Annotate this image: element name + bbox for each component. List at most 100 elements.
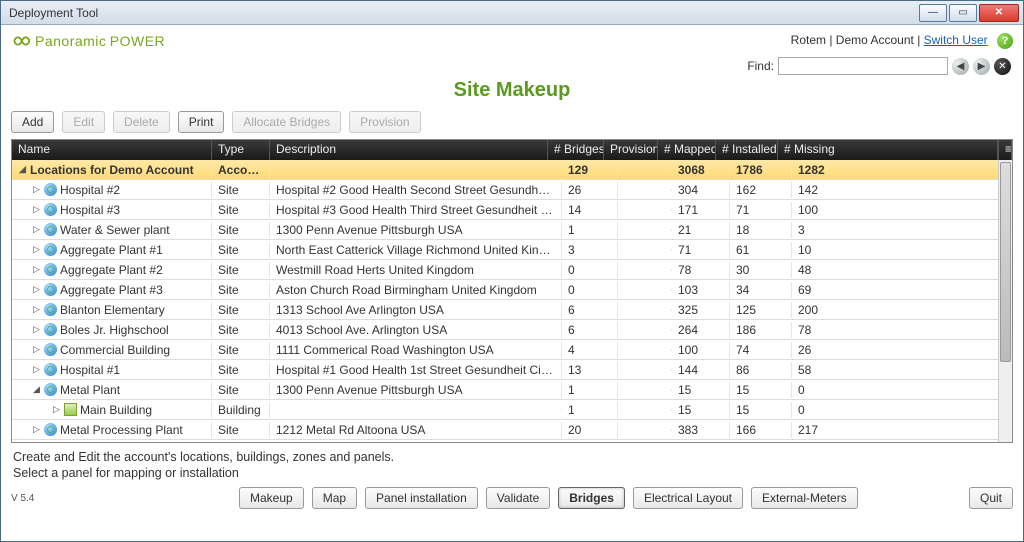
close-button[interactable]: ✕ [979, 4, 1019, 22]
col-name[interactable]: Name [12, 140, 212, 160]
col-missing[interactable]: # Missing [778, 140, 998, 160]
electrical-layout-button[interactable]: Electrical Layout [633, 487, 743, 509]
help-icon[interactable]: ? [997, 33, 1013, 49]
row-name: Metal Processing Plant [60, 423, 183, 437]
cell-desc: 1300 Penn Avenue Pittsburgh USA [270, 382, 562, 398]
maximize-button[interactable]: ▭ [949, 4, 977, 22]
switch-user-link[interactable]: Switch User [924, 33, 988, 47]
expand-icon[interactable]: ▷ [32, 345, 41, 354]
expand-icon[interactable]: ◢ [32, 385, 41, 394]
expand-icon[interactable]: ▷ [32, 265, 41, 274]
cell-missing: 200 [792, 302, 1012, 318]
print-button[interactable]: Print [178, 111, 225, 133]
cell-bridges: 6 [562, 322, 618, 338]
building-icon [64, 403, 77, 416]
account-row[interactable]: ◢Locations for Demo Account Account 129 … [12, 160, 1012, 180]
find-clear-button[interactable]: ✕ [994, 58, 1011, 75]
cell-missing: 100 [792, 202, 1012, 218]
expand-icon[interactable]: ▷ [32, 225, 41, 234]
table-row[interactable]: ▷Hospital #2Site Hospital #2 Good Health… [12, 180, 1012, 200]
cell-missing: 142 [792, 182, 1012, 198]
table-row[interactable]: ▷Boles Jr. HighschoolSite4013 School Ave… [12, 320, 1012, 340]
table-row[interactable]: ▷Aggregate Plant #3SiteAston Church Road… [12, 280, 1012, 300]
user-account: Demo Account [836, 33, 914, 47]
table-row[interactable]: ▷Hospital #1Site Hospital #1 Good Health… [12, 360, 1012, 380]
cell-installed: 86 [730, 362, 792, 378]
bridges-button[interactable]: Bridges [558, 487, 625, 509]
table-row[interactable]: ▷Blanton ElementarySite1313 School Ave A… [12, 300, 1012, 320]
expand-icon[interactable]: ▷ [32, 285, 41, 294]
col-mapped[interactable]: # Mapped [658, 140, 716, 160]
map-button[interactable]: Map [312, 487, 357, 509]
expand-icon[interactable]: ▷ [32, 325, 41, 334]
quit-button[interactable]: Quit [969, 487, 1013, 509]
cell-bridges: 1 [562, 402, 618, 418]
table-row[interactable]: ▷Metal Processing PlantSite1212 Metal Rd… [12, 420, 1012, 440]
expand-icon[interactable]: ▷ [32, 305, 41, 314]
table-row[interactable]: ▷Water & Sewer plantSite1300 Penn Avenue… [12, 220, 1012, 240]
find-next-button[interactable]: ▶ [973, 58, 990, 75]
cell-desc: 1212 Metal Rd Altoona USA [270, 422, 562, 438]
globe-icon [44, 363, 57, 376]
col-installed[interactable]: # Installed [716, 140, 778, 160]
delete-button[interactable]: Delete [113, 111, 170, 133]
row-name: Hospital #1 [60, 363, 120, 377]
makeup-button[interactable]: Makeup [239, 487, 304, 509]
table-row[interactable]: ▷Hospital #3Site Hospital #3 Good Health… [12, 200, 1012, 220]
cell-mapped: 100 [672, 342, 730, 358]
cell-mapped: 144 [672, 362, 730, 378]
edit-button[interactable]: Edit [62, 111, 105, 133]
col-type[interactable]: Type [212, 140, 270, 160]
expand-icon[interactable]: ▷ [32, 425, 41, 434]
col-menu-icon[interactable]: ≡ [998, 140, 1012, 160]
find-prev-button[interactable]: ◀ [952, 58, 969, 75]
row-name: Metal Plant [60, 383, 120, 397]
col-provision[interactable]: Provision [604, 140, 658, 160]
find-input[interactable] [778, 57, 948, 75]
find-label: Find: [747, 59, 774, 73]
row-name: Blanton Elementary [60, 303, 165, 317]
cell-provision [618, 369, 672, 371]
cell-provision [618, 409, 672, 411]
cell-bridges: 4 [562, 342, 618, 358]
cell-type: Account [212, 162, 270, 178]
expand-icon[interactable]: ▷ [32, 205, 41, 214]
table-header: Name Type Description # Bridges Provisio… [12, 140, 1012, 160]
col-bridges[interactable]: # Bridges [548, 140, 604, 160]
cell-installed: 15 [730, 402, 792, 418]
expand-icon[interactable]: ▷ [32, 365, 41, 374]
table-row[interactable]: ▷Aggregate Plant #2SiteWestmill Road Her… [12, 260, 1012, 280]
expand-icon[interactable]: ▷ [32, 185, 41, 194]
cell-installed: 162 [730, 182, 792, 198]
cell-type: Site [212, 282, 270, 298]
cell-missing: 10 [792, 242, 1012, 258]
row-name: Water & Sewer plant [60, 223, 170, 237]
cell-type: Building [212, 402, 270, 418]
expand-icon[interactable]: ▷ [52, 405, 61, 414]
table-row[interactable]: ▷Aggregate Plant #1SiteNorth East Catter… [12, 240, 1012, 260]
cell-bridges: 14 [562, 202, 618, 218]
minimize-button[interactable]: — [919, 4, 947, 22]
collapse-icon[interactable]: ◢ [18, 165, 27, 174]
allocate-bridges-button[interactable]: Allocate Bridges [232, 111, 341, 133]
validate-button[interactable]: Validate [486, 487, 550, 509]
cell-mapped: 15 [672, 382, 730, 398]
scrollbar-thumb[interactable] [1000, 162, 1011, 362]
col-description[interactable]: Description [270, 140, 548, 160]
provision-button[interactable]: Provision [349, 111, 420, 133]
vertical-scrollbar[interactable] [998, 160, 1012, 442]
table-row[interactable]: ▷Main BuildingBuilding115150 [12, 400, 1012, 420]
cell-provision [618, 269, 672, 271]
add-button[interactable]: Add [11, 111, 54, 133]
expand-icon[interactable]: ▷ [32, 245, 41, 254]
table-row[interactable]: ◢Metal PlantSite1300 Penn Avenue Pittsbu… [12, 380, 1012, 400]
cell-type: Site [212, 242, 270, 258]
help-text: Create and Edit the account's locations,… [1, 443, 1023, 483]
cell-type: Site [212, 182, 270, 198]
panel-installation-button[interactable]: Panel installation [365, 487, 478, 509]
cell-bridges: 1 [562, 382, 618, 398]
cell-installed: 30 [730, 262, 792, 278]
table-row[interactable]: ▷Commercial BuildingSite1111 Commerical … [12, 340, 1012, 360]
row-name: Hospital #3 [60, 203, 120, 217]
external-meters-button[interactable]: External-Meters [751, 487, 858, 509]
